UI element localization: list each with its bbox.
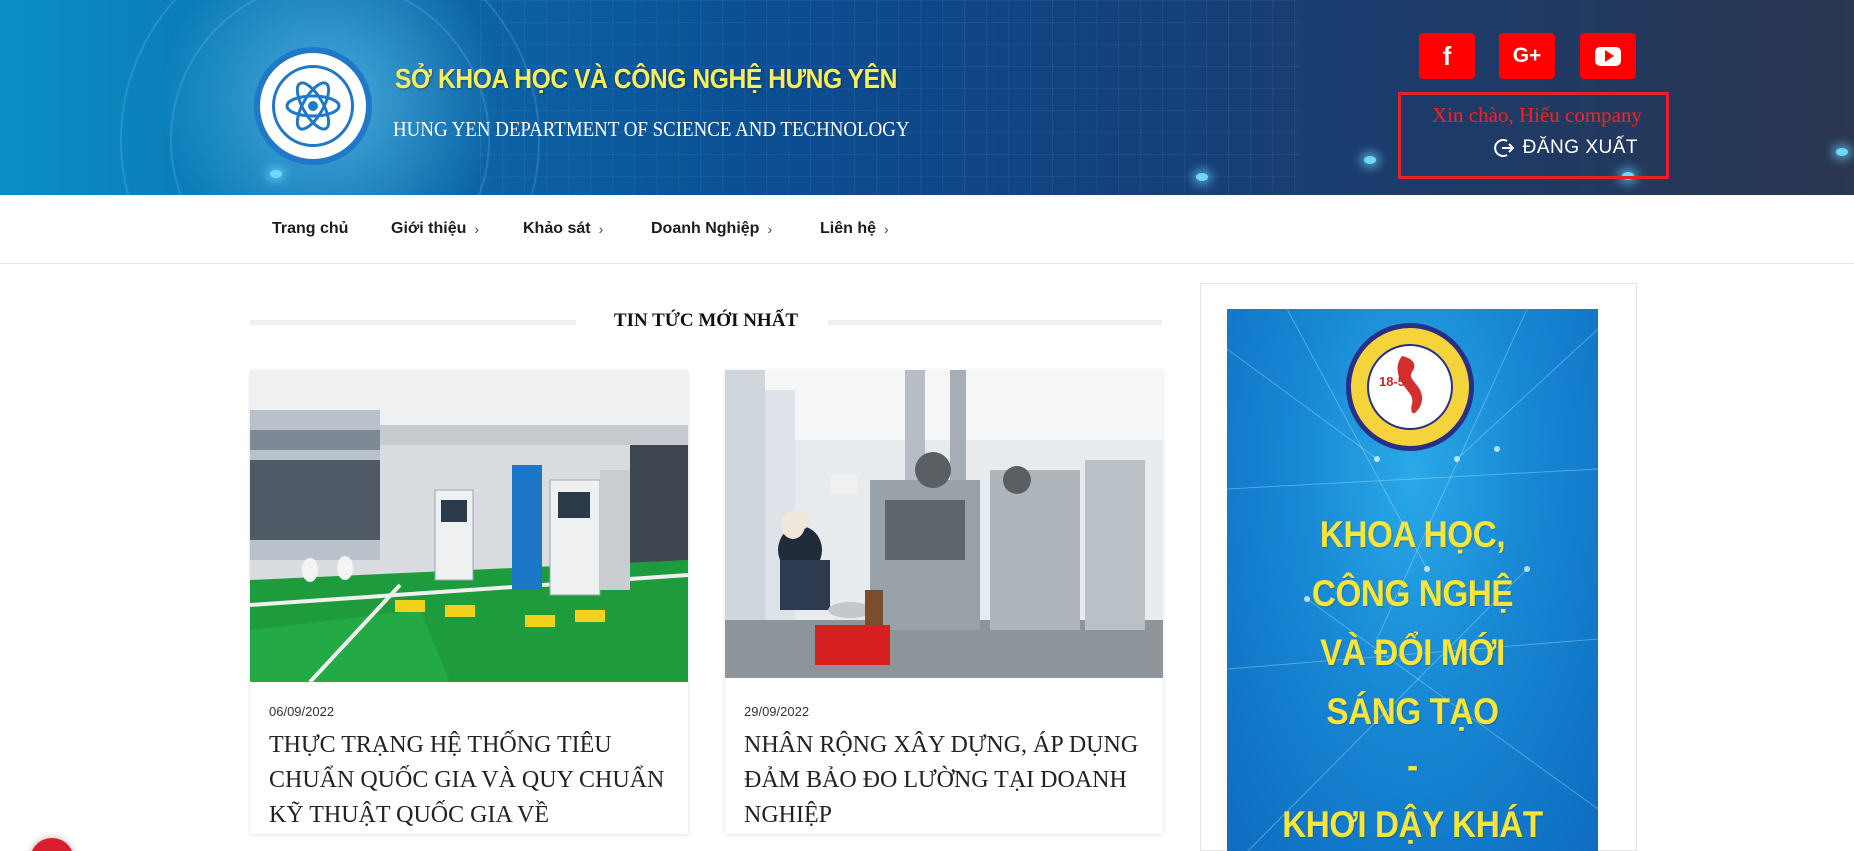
science-day-emblem: 18-5: [1346, 323, 1474, 451]
nav-item-label: Liên hệ: [820, 220, 877, 237]
article-date: 06/09/2022: [269, 704, 335, 719]
section-heading: TIN TỨC MỚI NHẤT: [250, 310, 1162, 338]
chevron-right-icon: ›: [884, 221, 889, 237]
header-grid-pattern: [480, 0, 1300, 195]
article-date: 29/09/2022: [744, 704, 810, 719]
emblem-date: 18-5: [1379, 374, 1406, 389]
chevron-right-icon: ›: [474, 221, 480, 237]
nav-item-label: Khảo sát: [523, 220, 591, 237]
nav-item-label: Doanh Nghiệp: [651, 220, 760, 237]
header-light-dot: [1364, 156, 1376, 164]
user-greeting: Xin chào, Hiếu company: [1432, 103, 1642, 127]
facebook-icon: f: [1442, 40, 1452, 71]
chat-widget-button[interactable]: [30, 838, 74, 851]
user-account-box: Xin chào, Hiếu company ĐĂNG XUẤT: [1398, 92, 1669, 179]
brand-subtitle: HUNG YEN DEPARTMENT OF SCIENCE AND TECHN…: [393, 117, 910, 141]
news-card[interactable]: 29/09/2022 NHÂN RỘNG XÂY DỰNG, ÁP DỤNG Đ…: [725, 370, 1163, 834]
nav-item-label: Trang chủ: [272, 220, 349, 237]
brand-title: SỞ KHOA HỌC VÀ CÔNG NGHỆ HƯNG YÊN: [395, 63, 897, 94]
google-plus-button[interactable]: G+: [1499, 33, 1555, 79]
news-thumbnail[interactable]: [250, 370, 688, 682]
banner-line: KHOA HỌC,: [1319, 514, 1506, 555]
nav-item-survey[interactable]: Khảo sát ›: [523, 220, 603, 238]
banner-line: VÀ ĐỔI MỚI: [1320, 632, 1505, 673]
promo-banner[interactable]: 18-5 KHOA HỌC, CÔNG NGHỆ VÀ ĐỔI MỚI SÁNG…: [1227, 309, 1598, 851]
sidebar: 18-5 KHOA HỌC, CÔNG NGHỆ VÀ ĐỔI MỚI SÁNG…: [1200, 283, 1637, 851]
nav-item-about[interactable]: Giới thiệu ›: [391, 220, 479, 238]
banner-line: -: [1407, 745, 1418, 786]
logo-inner: [272, 65, 354, 147]
youtube-button[interactable]: [1580, 33, 1636, 79]
section-title: TIN TỨC MỚI NHẤT: [613, 310, 799, 331]
nav-item-label: Giới thiệu: [391, 220, 467, 237]
facebook-button[interactable]: f: [1419, 33, 1475, 79]
ev-charging-station-image: [250, 370, 688, 682]
article-title[interactable]: NHÂN RỘNG XÂY DỰNG, ÁP DỤNG ĐẢM BẢO ĐO L…: [744, 728, 1144, 833]
nav-item-enterprise[interactable]: Doanh Nghiệp ›: [651, 220, 772, 238]
youtube-icon: [1595, 46, 1621, 66]
site-logo[interactable]: [254, 47, 372, 165]
news-thumbnail[interactable]: [725, 370, 1163, 678]
chevron-right-icon: ›: [598, 221, 604, 237]
chevron-right-icon: ›: [767, 221, 773, 237]
header-light-dot: [1836, 148, 1848, 156]
atom-icon: [285, 81, 341, 131]
banner-line: KHƠI DẬY KHÁT VỌNG,: [1282, 804, 1543, 851]
logout-button[interactable]: ĐĂNG XUẤT: [1493, 137, 1638, 159]
nav-item-home[interactable]: Trang chủ: [272, 220, 348, 238]
logout-icon: [1493, 139, 1515, 157]
banner-line: SÁNG TẠO: [1326, 691, 1499, 732]
header-light-dot: [1196, 173, 1208, 181]
google-plus-icon: G+: [1512, 44, 1542, 67]
article-title[interactable]: THỰC TRẠNG HỆ THỐNG TIÊU CHUẨN QUỐC GIA …: [269, 728, 669, 833]
news-card[interactable]: 06/09/2022 THỰC TRẠNG HỆ THỐNG TIÊU CHUẨ…: [250, 370, 688, 834]
factory-machine-image: [725, 370, 1163, 678]
nav-item-contact[interactable]: Liên hệ ›: [820, 220, 889, 238]
emblem-core: 18-5: [1367, 344, 1453, 430]
main-navigation: Trang chủ Giới thiệu › Khảo sát › Doanh …: [0, 195, 1854, 264]
banner-line: CÔNG NGHỆ: [1311, 573, 1514, 614]
site-header: SỞ KHOA HỌC VÀ CÔNG NGHỆ HƯNG YÊN HUNG Y…: [0, 0, 1854, 195]
header-light-dot: [270, 170, 282, 178]
logout-label: ĐĂNG XUẤT: [1522, 137, 1638, 158]
